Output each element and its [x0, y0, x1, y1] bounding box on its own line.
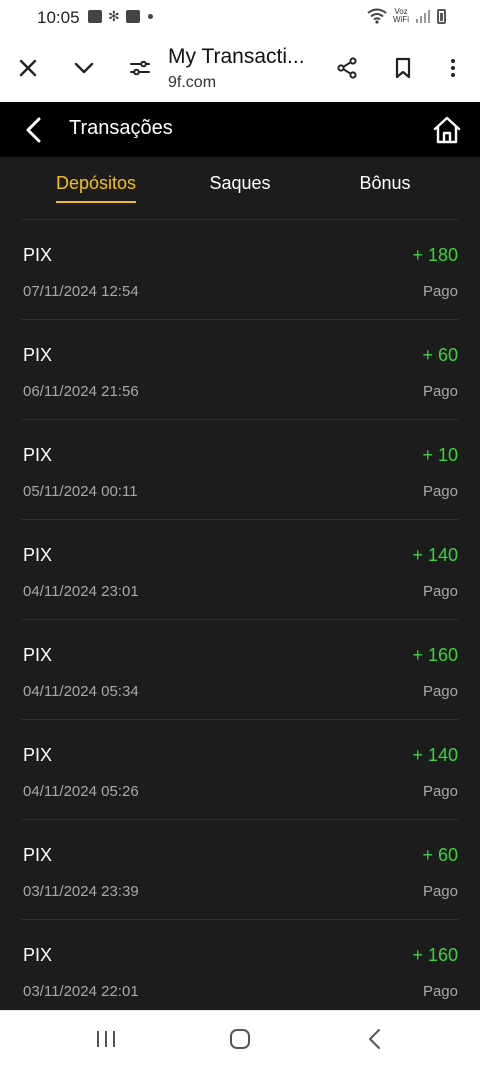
notification-icons: ✻ — [88, 8, 153, 24]
pinwheel-icon: ✻ — [108, 8, 120, 24]
transaction-row[interactable]: PIX + 160 04/11/2024 05:34 Pago — [22, 620, 458, 720]
transaction-date: 07/11/2024 12:54 — [23, 283, 139, 300]
bookmark-icon — [395, 57, 411, 79]
transaction-amount: + 140 — [412, 745, 458, 765]
transaction-row[interactable]: PIX + 140 04/11/2024 23:01 Pago — [22, 520, 458, 620]
transaction-row[interactable]: PIX + 180 07/11/2024 12:54 Pago — [22, 220, 458, 320]
transaction-amount: + 160 — [412, 645, 458, 665]
home-nav-icon — [230, 1029, 250, 1049]
more-options-button[interactable] — [433, 48, 473, 88]
chevron-left-icon — [26, 117, 41, 143]
tune-icon — [130, 60, 150, 76]
status-time: 10:05 — [37, 8, 80, 27]
close-icon — [19, 59, 37, 77]
transaction-amount: + 160 — [412, 945, 458, 965]
transaction-method: PIX — [23, 845, 53, 865]
system-icons: Voz WiFi — [367, 8, 446, 24]
transaction-status: Pago — [422, 383, 458, 400]
voz-bottom-text: WiFi — [393, 15, 409, 24]
transaction-method: PIX — [23, 345, 53, 365]
chevron-down-icon — [74, 62, 94, 74]
transaction-row[interactable]: PIX + 140 04/11/2024 05:26 Pago — [22, 720, 458, 820]
transaction-amount: + 140 — [412, 545, 458, 565]
minimize-button[interactable] — [64, 48, 104, 88]
screen-title: Transações — [69, 117, 173, 139]
transaction-row[interactable]: PIX + 60 03/11/2024 23:39 Pago — [22, 820, 458, 920]
battery-icon — [437, 8, 446, 24]
transactions-panel: Depósitos Saques Bônus PIX + 180 07/11/2… — [0, 157, 480, 1010]
system-nav-bar — [0, 1010, 480, 1066]
transaction-status: Pago — [422, 483, 458, 500]
transaction-amount: + 10 — [422, 445, 458, 465]
status-bar: 10:05 ✻ Voz WiFi — [0, 0, 480, 34]
close-tab-button[interactable] — [8, 48, 48, 88]
wifi-icon — [367, 8, 387, 24]
tab-depositos[interactable]: Depósitos — [55, 173, 137, 203]
home-icon — [433, 116, 461, 144]
transaction-date: 04/11/2024 23:01 — [23, 583, 139, 600]
back-button[interactable] — [18, 114, 50, 146]
home-button[interactable] — [430, 113, 464, 147]
more-notifications-icon — [147, 14, 153, 19]
bookmark-button[interactable] — [383, 48, 423, 88]
more-vert-icon — [451, 59, 455, 77]
transaction-date: 06/11/2024 21:56 — [23, 383, 139, 400]
transaction-status: Pago — [422, 283, 458, 300]
transaction-status: Pago — [422, 883, 458, 900]
transaction-amount: + 180 — [412, 245, 458, 265]
transaction-row[interactable]: PIX + 10 05/11/2024 00:11 Pago — [22, 420, 458, 520]
recent-apps-button[interactable] — [91, 1025, 121, 1053]
voz-wifi-label: Voz WiFi — [393, 8, 409, 24]
transaction-list: PIX + 180 07/11/2024 12:54 Pago PIX + 60… — [22, 220, 458, 1010]
back-nav-icon — [369, 1029, 380, 1049]
transaction-date: 03/11/2024 22:01 — [23, 983, 139, 1000]
transaction-method: PIX — [23, 945, 53, 965]
page-url[interactable]: 9f.com — [168, 74, 216, 92]
share-icon — [337, 57, 357, 79]
browser-toolbar: My Transacti... 9f.com — [0, 34, 480, 102]
transaction-status: Pago — [422, 983, 458, 1000]
transaction-amount: + 60 — [422, 345, 458, 365]
transaction-method: PIX — [23, 745, 53, 765]
signal-icon — [416, 10, 430, 23]
transaction-date: 04/11/2024 05:26 — [23, 783, 139, 800]
transaction-method: PIX — [23, 545, 53, 565]
transaction-amount: + 60 — [422, 845, 458, 865]
transaction-row[interactable]: PIX + 60 06/11/2024 21:56 Pago — [22, 320, 458, 420]
transaction-method: PIX — [23, 245, 53, 265]
back-nav-button[interactable] — [360, 1025, 390, 1053]
transaction-date: 04/11/2024 05:34 — [23, 683, 139, 700]
app-notification-icon — [125, 10, 140, 23]
home-nav-button[interactable] — [225, 1025, 255, 1053]
transaction-status: Pago — [422, 683, 458, 700]
transaction-method: PIX — [23, 445, 53, 465]
site-settings-button[interactable] — [120, 48, 160, 88]
recent-apps-icon — [97, 1031, 115, 1047]
tab-saques[interactable]: Saques — [209, 173, 270, 194]
transaction-date: 03/11/2024 23:39 — [23, 883, 139, 900]
app-header: Transações — [0, 102, 480, 157]
gallery-icon — [88, 10, 102, 23]
transaction-date: 05/11/2024 00:11 — [23, 483, 138, 500]
transaction-row[interactable]: PIX + 160 03/11/2024 22:01 Pago — [22, 920, 458, 1010]
tab-bonus[interactable]: Bônus — [359, 173, 410, 194]
transaction-status: Pago — [422, 783, 458, 800]
transaction-method: PIX — [23, 645, 53, 665]
tab-bar: Depósitos Saques Bônus — [0, 157, 480, 219]
transaction-status: Pago — [422, 583, 458, 600]
page-title: My Transacti... — [168, 45, 305, 68]
share-button[interactable] — [327, 48, 367, 88]
